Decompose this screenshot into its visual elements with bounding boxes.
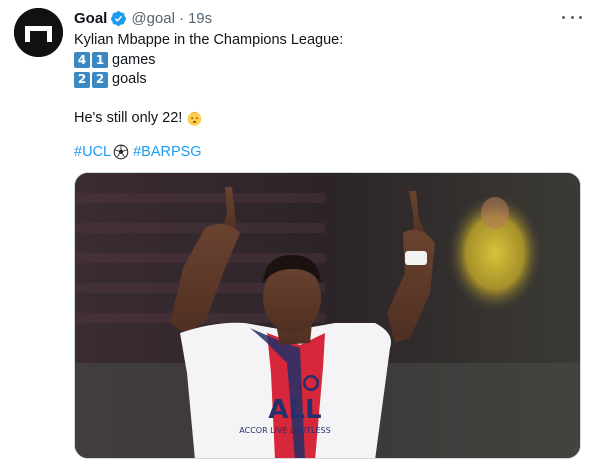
tweet-header: Goal @goal · 19s <box>74 8 212 28</box>
tweet-line-age: He's still only 22! <box>74 109 574 129</box>
tweet-line-games: 4 1 games <box>74 51 574 71</box>
jersey-logo: ALL <box>268 395 321 425</box>
keycap-digit-icon: 1 <box>92 52 108 69</box>
goal-logo-icon <box>14 8 63 57</box>
author-handle[interactable]: @goal <box>131 10 175 27</box>
games-label: games <box>112 51 156 68</box>
jersey-sponsor: ACCOR LIVE LIMITLESS <box>239 426 330 435</box>
verified-badge-icon <box>111 10 127 26</box>
player-photo: ALL ACCOR LIVE LIMITLESS <box>75 173 580 458</box>
tweet-text: Kylian Mbappe in the Champions League: 4… <box>74 31 574 162</box>
tweet-timestamp[interactable]: 19s <box>188 10 212 27</box>
hashtag-barpsg[interactable]: #BARPSG <box>133 143 202 163</box>
author-name[interactable]: Goal <box>74 10 107 27</box>
tweet-line-1: Kylian Mbappe in the Champions League: <box>74 32 344 48</box>
tweet[interactable]: Goal @goal · 19s Kylian Mbappe in the Ch… <box>0 0 596 468</box>
tweet-line-goals: 2 2 goals <box>74 70 574 90</box>
soccer-ball-icon <box>113 144 129 160</box>
more-options-icon[interactable] <box>562 10 582 24</box>
goals-label: goals <box>112 71 147 87</box>
tweet-line-hashtags: #UCL #BARPSG <box>74 143 574 163</box>
keycap-digit-icon: 2 <box>92 71 108 88</box>
author-avatar[interactable] <box>14 8 63 57</box>
age-text: He's still only 22! <box>74 110 183 126</box>
baby-face-icon <box>188 111 202 126</box>
header-separator: · <box>178 9 184 27</box>
keycap-digit-icon: 2 <box>74 71 90 88</box>
hashtag-ucl[interactable]: #UCL <box>74 143 111 163</box>
keycap-digit-icon: 4 <box>74 52 90 69</box>
tweet-media-photo[interactable]: ALL ACCOR LIVE LIMITLESS <box>74 172 581 459</box>
